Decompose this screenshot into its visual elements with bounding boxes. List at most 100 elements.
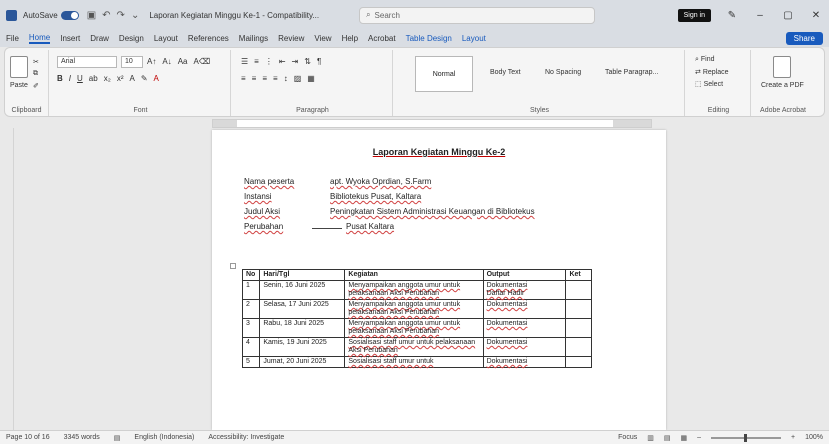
superscript-icon[interactable]: x²: [117, 74, 124, 83]
align-left-icon[interactable]: ≡: [241, 74, 246, 83]
font-size-field[interactable]: 10: [121, 56, 143, 68]
change-case-icon[interactable]: Aa: [178, 57, 188, 66]
focus-mode[interactable]: Focus: [618, 434, 637, 441]
bullets-icon[interactable]: ☰: [241, 57, 248, 66]
align-center-icon[interactable]: ≡: [252, 74, 257, 83]
autosave-toggle[interactable]: [60, 10, 79, 20]
format-painter-icon[interactable]: ✐: [33, 82, 39, 90]
highlight-icon[interactable]: ✎: [141, 74, 148, 83]
autosave[interactable]: AutoSave: [23, 10, 79, 20]
font-name-field[interactable]: Arial: [57, 56, 117, 68]
font-color-icon[interactable]: A: [154, 74, 159, 83]
zoom-slider[interactable]: [711, 433, 781, 442]
document-title[interactable]: Laporan Kegiatan Minggu Ke-1 - Compatibi…: [149, 11, 319, 20]
cell-note[interactable]: [565, 280, 592, 300]
tab-layout[interactable]: Layout: [154, 34, 178, 43]
style-table-paragraph[interactable]: Table Paragrap...: [605, 69, 658, 76]
increase-indent-icon[interactable]: ⇥: [292, 57, 299, 66]
strikethrough-icon[interactable]: ab: [89, 74, 98, 83]
cell-no[interactable]: 5: [241, 356, 261, 368]
cell-activity[interactable]: Menyampaikan anggota umur untuk pelaksan…: [344, 318, 484, 338]
tab-draw[interactable]: Draw: [90, 34, 109, 43]
language[interactable]: English (Indonesia): [134, 434, 194, 441]
replace-button[interactable]: ⇄ Replace: [695, 68, 729, 76]
justify-icon[interactable]: ≡: [273, 74, 278, 83]
minimize-icon[interactable]: –: [753, 10, 767, 21]
tab-review[interactable]: Review: [278, 34, 304, 43]
cell-date[interactable]: Senin, 16 Juni 2025: [259, 280, 346, 300]
cut-icon[interactable]: ✂: [33, 58, 39, 66]
tab-design[interactable]: Design: [119, 34, 144, 43]
grow-font-icon[interactable]: A↑: [147, 57, 156, 66]
tab-help[interactable]: Help: [342, 34, 358, 43]
underline-icon[interactable]: U: [77, 74, 83, 83]
sort-icon[interactable]: ⇅: [304, 57, 311, 66]
save-icon[interactable]: ▣: [87, 10, 96, 21]
tab-mailings[interactable]: Mailings: [239, 34, 268, 43]
pen-icon[interactable]: ✎: [725, 10, 739, 21]
zoom-out-icon[interactable]: –: [697, 434, 701, 441]
shading-icon[interactable]: ▨: [294, 74, 302, 83]
cell-date[interactable]: Jumat, 20 Juni 2025: [259, 356, 346, 368]
tab-table-design[interactable]: Table Design: [406, 34, 452, 43]
vertical-ruler[interactable]: [0, 128, 14, 430]
tab-table-layout[interactable]: Layout: [462, 34, 486, 43]
zoom-level[interactable]: 100%: [805, 434, 823, 441]
cell-note[interactable]: [565, 318, 592, 338]
subscript-icon[interactable]: x₂: [104, 74, 111, 83]
tab-view[interactable]: View: [314, 34, 331, 43]
page-count[interactable]: Page 10 of 16: [6, 434, 50, 441]
bold-icon[interactable]: B: [57, 74, 63, 83]
maximize-icon[interactable]: ▢: [781, 10, 795, 21]
cell-activity[interactable]: Menyampaikan anggota umur untuk pelaksan…: [344, 299, 484, 319]
tab-insert[interactable]: Insert: [60, 34, 80, 43]
cell-output[interactable]: Dokumentasi: [482, 337, 567, 357]
tab-references[interactable]: References: [188, 34, 229, 43]
close-icon[interactable]: ✕: [809, 10, 823, 21]
cell-date[interactable]: Rabu, 18 Juni 2025: [259, 318, 346, 338]
cell-output[interactable]: Dokumentasi: [482, 318, 567, 338]
cell-activity[interactable]: Sosialisasi staff umur untuk: [344, 356, 484, 368]
style-normal[interactable]: Normal: [415, 56, 473, 92]
cell-activity[interactable]: Sosialisasi staff umur untuk pelaksanaan…: [344, 337, 484, 357]
cell-note[interactable]: [565, 299, 592, 319]
cell-output[interactable]: Dokumentasi Daftar Hadir: [482, 280, 567, 300]
italic-icon[interactable]: I: [69, 74, 71, 83]
paste-icon[interactable]: [10, 56, 28, 78]
cell-no[interactable]: 4: [241, 337, 261, 357]
document-page[interactable]: Laporan Kegiatan Minggu Ke-2 Nama pesert…: [212, 130, 666, 430]
cell-output[interactable]: Dokumentasi: [482, 299, 567, 319]
decrease-indent-icon[interactable]: ⇤: [279, 57, 286, 66]
tab-acrobat[interactable]: Acrobat: [368, 34, 396, 43]
cell-no[interactable]: 2: [241, 299, 261, 319]
cell-output[interactable]: Dokumentasi: [482, 356, 567, 368]
multilevel-icon[interactable]: ⋮: [265, 57, 273, 66]
customize-icon[interactable]: ⌄: [131, 10, 139, 21]
word-count[interactable]: 3345 words: [64, 434, 100, 441]
redo-icon[interactable]: ↷: [117, 10, 125, 21]
read-mode-icon[interactable]: ▥: [647, 434, 654, 442]
copy-icon[interactable]: ⧉: [33, 70, 38, 78]
cell-activity[interactable]: Menyampaikan anggota umur untuk pelaksan…: [344, 280, 484, 300]
cell-date[interactable]: Selasa, 17 Juni 2025: [259, 299, 346, 319]
proofing-icon[interactable]: ▤: [114, 434, 121, 442]
borders-icon[interactable]: ▦: [307, 74, 315, 83]
signin-button[interactable]: Sign in: [677, 8, 711, 22]
pilcrow-icon[interactable]: ¶: [317, 57, 321, 66]
shrink-font-icon[interactable]: A↓: [162, 57, 171, 66]
style-no-spacing[interactable]: No Spacing: [545, 69, 581, 76]
style-body-text[interactable]: Body Text: [490, 69, 521, 76]
select-button[interactable]: ⬚ Select: [695, 80, 723, 88]
zoom-in-icon[interactable]: +: [791, 434, 795, 441]
tab-home[interactable]: Home: [28, 33, 51, 44]
line-spacing-icon[interactable]: ↕: [284, 74, 288, 83]
text-effects-icon[interactable]: A: [129, 74, 134, 83]
tab-file[interactable]: File: [6, 34, 19, 43]
create-pdf-icon[interactable]: [773, 56, 791, 78]
cell-date[interactable]: Kamis, 19 Juni 2025: [259, 337, 346, 357]
align-right-icon[interactable]: ≡: [262, 74, 267, 83]
cell-no[interactable]: 3: [241, 318, 261, 338]
horizontal-ruler[interactable]: [212, 119, 652, 128]
cell-note[interactable]: [565, 356, 592, 368]
cell-no[interactable]: 1: [241, 280, 261, 300]
